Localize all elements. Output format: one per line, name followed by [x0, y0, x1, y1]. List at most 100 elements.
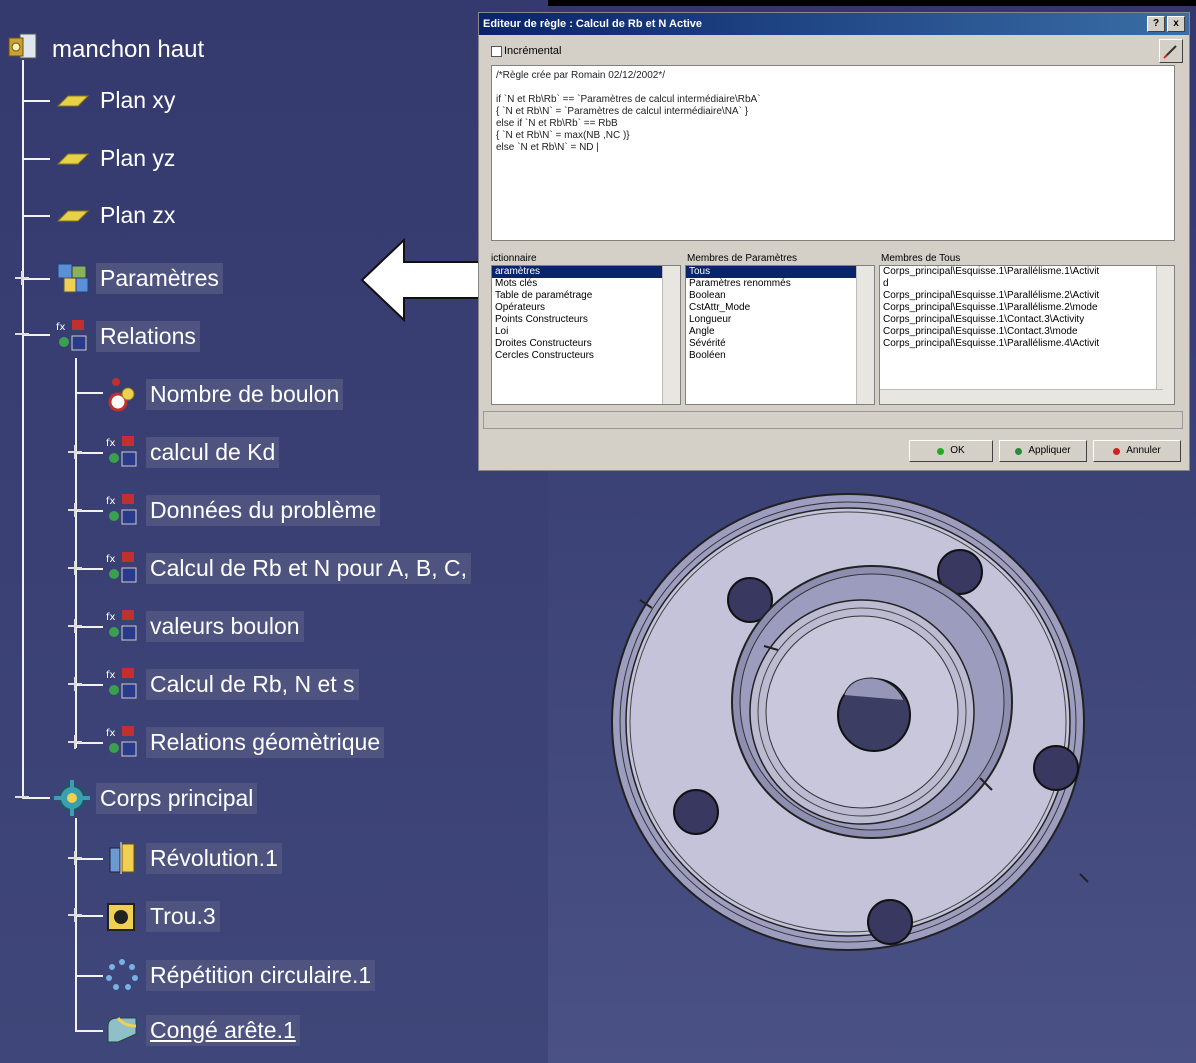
tree-item-label: Plan xy: [100, 86, 176, 113]
tree-item-label: calcul de Kd: [146, 436, 280, 468]
tree-item-relations[interactable]: fx Relations: [54, 316, 200, 356]
close-button[interactable]: x: [1167, 16, 1185, 32]
params-members-list[interactable]: Tous Paramètres renommés Boolean CstAttr…: [685, 265, 875, 405]
list-item[interactable]: Longueur: [686, 314, 874, 326]
list-item[interactable]: Mots clés: [492, 278, 680, 290]
scrollbar[interactable]: [856, 266, 874, 404]
tree-item-plan-xy[interactable]: Plan xy: [54, 80, 179, 120]
list-item[interactable]: Boolean: [686, 290, 874, 302]
svg-text:fx: fx: [56, 322, 66, 333]
list-item[interactable]: d: [880, 278, 1174, 290]
list-item[interactable]: Tous: [686, 266, 874, 278]
svg-text:fx: fx: [106, 554, 116, 565]
dictionary-list[interactable]: aramètres Mots clés Table de paramétrage…: [491, 265, 681, 405]
tree-item-label: Données du problème: [146, 494, 381, 526]
expand-toggle[interactable]: [68, 677, 82, 691]
tree-root-part[interactable]: manchon haut: [6, 30, 208, 70]
list-item[interactable]: Corps_principal\Esquisse.1\Contact.3\Act…: [880, 314, 1174, 326]
tree-item-label: Relations: [96, 320, 200, 352]
list-item[interactable]: Corps_principal\Esquisse.1\Parallélisme.…: [880, 338, 1174, 350]
expand-toggle[interactable]: [68, 445, 82, 459]
erase-button[interactable]: [1159, 39, 1183, 63]
tree-item-conge-arete[interactable]: Congé arête.1: [104, 1010, 300, 1050]
ok-button[interactable]: OK: [909, 440, 993, 462]
scrollbar[interactable]: [1156, 266, 1174, 404]
collapse-relations-toggle[interactable]: [15, 327, 29, 341]
tree-item-formula[interactable]: fx Calcul de Rb et N pour A, B, C,: [104, 548, 472, 588]
eraser-icon: [1163, 45, 1177, 59]
all-members-list[interactable]: Corps_principal\Esquisse.1\Parallélisme.…: [879, 265, 1175, 405]
incremental-checkbox[interactable]: Incrémental: [491, 45, 561, 57]
tree-item-label: Congé arête.1: [146, 1014, 300, 1046]
plane-icon: [54, 197, 90, 233]
help-button[interactable]: ?: [1147, 16, 1165, 32]
expand-toggle[interactable]: [68, 503, 82, 517]
tree-line: [75, 1030, 103, 1032]
list-item[interactable]: Droites Constructeurs: [492, 338, 680, 350]
ok-label: OK: [950, 445, 965, 456]
rule-text-editor[interactable]: /*Règle crée par Romain 02/12/2002*/ if …: [491, 65, 1175, 241]
expand-toggle[interactable]: [68, 735, 82, 749]
cancel-label: Annuler: [1126, 445, 1161, 456]
tree-item-nombre-de-boulon[interactable]: Nombre de boulon: [104, 374, 344, 414]
expand-parametres-toggle[interactable]: [15, 271, 29, 285]
tree-line: [22, 100, 50, 102]
list-item[interactable]: Booléen: [686, 350, 874, 362]
tree-item-label: Calcul de Rb, N et s: [146, 668, 359, 700]
checkbox-box[interactable]: [491, 45, 502, 57]
apply-button[interactable]: Appliquer: [999, 440, 1087, 462]
collapse-corps-principal-toggle[interactable]: [15, 790, 29, 804]
tree-item-formula[interactable]: fx Données du problème: [104, 490, 381, 530]
list-item[interactable]: CstAttr_Mode: [686, 302, 874, 314]
tree-item-formula[interactable]: fx Relations géomètrique: [104, 722, 385, 762]
list-item[interactable]: Corps_principal\Esquisse.1\Contact.3\mod…: [880, 326, 1174, 338]
svg-text:fx: fx: [106, 612, 116, 623]
tree-item-parametres[interactable]: Paramètres: [54, 258, 223, 298]
expand-toggle[interactable]: [68, 619, 82, 633]
expand-toggle[interactable]: [68, 561, 82, 575]
tree-item-formula[interactable]: fx Calcul de Rb, N et s: [104, 664, 359, 704]
tree-item-label: Calcul de Rb et N pour A, B, C,: [146, 552, 472, 584]
list-item[interactable]: Corps_principal\Esquisse.1\Parallélisme.…: [880, 266, 1174, 278]
list-item[interactable]: Points Constructeurs: [492, 314, 680, 326]
expand-toggle[interactable]: [68, 851, 82, 865]
tree-item-corps-principal[interactable]: Corps principal: [54, 778, 258, 818]
tree-item-label: valeurs boulon: [146, 610, 304, 642]
list-item[interactable]: Sévérité: [686, 338, 874, 350]
tree-item-formula[interactable]: fx calcul de Kd: [104, 432, 280, 472]
list-item[interactable]: Paramètres renommés: [686, 278, 874, 290]
3d-part-viewport[interactable]: [600, 490, 1100, 960]
expand-toggle[interactable]: [68, 908, 82, 922]
list-item[interactable]: Opérateurs: [492, 302, 680, 314]
dialog-title: Editeur de règle : Calcul de Rb et N Act…: [483, 18, 703, 30]
tree-item-plan-zx[interactable]: Plan zx: [54, 195, 179, 235]
list-item[interactable]: aramètres: [492, 266, 680, 278]
tree-item-revolution[interactable]: Révolution.1: [104, 838, 282, 878]
tree-item-plan-yz[interactable]: Plan yz: [54, 138, 179, 178]
parameters-icon: [54, 260, 90, 296]
list-item[interactable]: Loi: [492, 326, 680, 338]
list-item[interactable]: Angle: [686, 326, 874, 338]
tree-line: [75, 392, 103, 394]
svg-text:fx: fx: [106, 670, 116, 681]
svg-text:fx: fx: [106, 438, 116, 449]
tree-item-trou[interactable]: Trou.3: [104, 896, 220, 936]
edge-fillet-icon: [104, 1012, 140, 1048]
tree-item-repetition-circulaire[interactable]: Répétition circulaire.1: [104, 955, 376, 995]
incremental-label: Incrémental: [504, 45, 562, 57]
horizontal-scrollbar[interactable]: [880, 389, 1163, 404]
list-item[interactable]: Table de paramétrage: [492, 290, 680, 302]
list-item[interactable]: Corps_principal\Esquisse.1\Parallélisme.…: [880, 290, 1174, 302]
tree-line: [22, 60, 24, 798]
status-field: [483, 411, 1183, 429]
part-icon: [6, 32, 42, 68]
formula-icon: fx: [104, 666, 140, 702]
pointer-arrow: [360, 238, 487, 322]
tree-item-formula[interactable]: fx valeurs boulon: [104, 606, 304, 646]
list-item[interactable]: Cercles Constructeurs: [492, 350, 680, 362]
tree-item-label: Relations géomètrique: [146, 726, 385, 758]
list-item[interactable]: Corps_principal\Esquisse.1\Parallélisme.…: [880, 302, 1174, 314]
cancel-button[interactable]: Annuler: [1093, 440, 1181, 462]
scrollbar[interactable]: [662, 266, 680, 404]
params-header: Membres de Paramètres: [687, 253, 798, 264]
